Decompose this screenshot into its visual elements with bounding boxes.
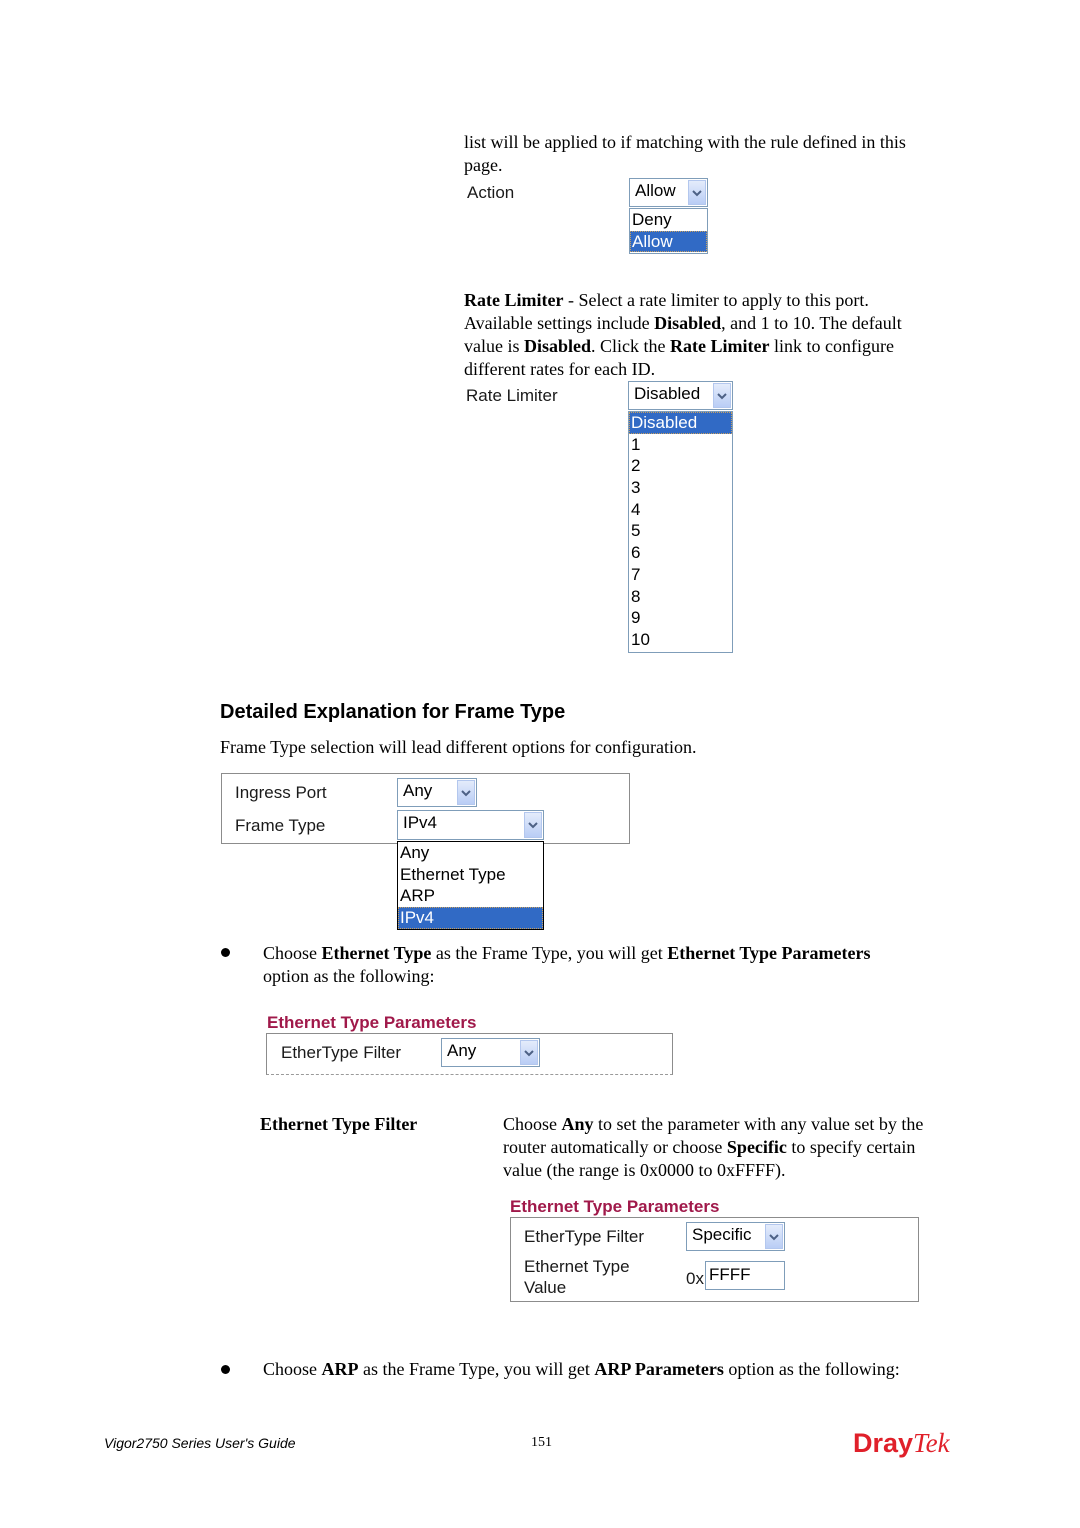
bold-span: Specific xyxy=(726,1137,787,1157)
text-span: to set the parameter with any value set … xyxy=(593,1114,924,1134)
chevron-down-icon[interactable] xyxy=(688,180,706,205)
chevron-down-icon[interactable] xyxy=(713,383,731,408)
bold-span: Any xyxy=(561,1114,594,1134)
bold-span: Disabled xyxy=(654,313,722,333)
text-span: router automatically or choose xyxy=(503,1137,727,1157)
label-line: Ethernet Type xyxy=(524,1257,630,1276)
eth-filter-term: Ethernet Type Filter xyxy=(260,1113,417,1136)
rate-option[interactable]: 3 xyxy=(629,477,732,499)
text-span: as the Frame Type, you will get xyxy=(358,1359,595,1379)
bullet-1-text: Choose Ethernet Type as the Frame Type, … xyxy=(263,942,963,988)
action-select[interactable]: Allow xyxy=(629,178,708,207)
footer-page-number: 151 xyxy=(531,1435,552,1450)
ethertype-filter-label: EtherType Filter xyxy=(281,1043,401,1062)
rate-option[interactable]: 2 xyxy=(629,455,732,477)
chevron-down-icon[interactable] xyxy=(520,1040,538,1065)
term-rate-limiter: Rate Limiter xyxy=(464,290,564,310)
logo-tek: Tek xyxy=(913,1428,950,1458)
chevron-down-icon[interactable] xyxy=(457,780,475,805)
label-line: Value xyxy=(524,1278,567,1297)
bold-span: Rate Limiter xyxy=(670,336,770,356)
ethertype-filter-2-value: Specific xyxy=(692,1225,752,1244)
chevron-down-icon[interactable] xyxy=(765,1224,783,1249)
rate-option[interactable]: Disabled xyxy=(629,412,732,434)
section-heading: Detailed Explanation for Frame Type xyxy=(220,701,566,723)
bold-span: ARP Parameters xyxy=(594,1359,724,1379)
logo-dray: Dray xyxy=(853,1428,914,1458)
text-span: - Select a rate limiter to apply to this… xyxy=(563,290,869,310)
text-span: . Click the xyxy=(591,336,671,356)
text-span: to specify certain xyxy=(786,1137,916,1157)
rate-option[interactable]: 10 xyxy=(629,629,732,651)
intro-text: list will be applied to if matching with… xyxy=(464,131,906,177)
text-span: link to configure xyxy=(769,336,894,356)
frame-type-options-list[interactable]: Any Ethernet Type ARP IPv4 xyxy=(397,841,544,930)
rate-limiter-description: Rate Limiter - Select a rate limiter to … xyxy=(464,289,984,381)
rate-option[interactable]: 8 xyxy=(629,586,732,608)
eth-params-2-title: Ethernet Type Parameters xyxy=(510,1197,720,1216)
hex-prefix: 0x xyxy=(686,1269,704,1288)
footer-guide-title: Vigor2750 Series User's Guide xyxy=(104,1435,296,1451)
text-span: option as the following: xyxy=(723,1359,900,1379)
text-span: Choose xyxy=(263,943,322,963)
rate-option[interactable]: 6 xyxy=(629,542,732,564)
bullet-icon xyxy=(221,948,230,957)
ethernet-type-value-label: Ethernet Type Value xyxy=(524,1256,630,1298)
action-select-value: Allow xyxy=(635,181,676,200)
rate-option[interactable]: 1 xyxy=(629,434,732,456)
action-options-list[interactable]: Deny Allow xyxy=(629,208,708,254)
bold-span: Ethernet Type Filter xyxy=(260,1114,418,1134)
rate-limiter-select-value: Disabled xyxy=(634,384,701,403)
section-intro: Frame Type selection will lead different… xyxy=(220,737,697,757)
rate-limiter-label: Rate Limiter xyxy=(466,386,558,405)
ingress-port-select[interactable]: Any xyxy=(397,778,477,807)
text-span: as the Frame Type, you will get xyxy=(431,943,668,963)
bold-span: Disabled xyxy=(524,336,592,356)
chevron-down-icon[interactable] xyxy=(524,812,542,838)
frame-option-arp[interactable]: ARP xyxy=(398,885,543,907)
text-span: , and 1 to 10. The default xyxy=(721,313,902,333)
ingress-port-value: Any xyxy=(403,781,433,800)
text-span: Choose xyxy=(263,1359,322,1379)
eth-filter-description: Choose Any to set the parameter with any… xyxy=(503,1113,983,1182)
rate-limiter-options-list[interactable]: Disabled 1 2 3 4 5 6 7 8 9 10 xyxy=(628,411,733,653)
intro-line-1: list will be applied to if matching with… xyxy=(464,132,906,152)
ethertype-filter-select[interactable]: Any xyxy=(441,1038,540,1067)
bold-span: ARP xyxy=(321,1359,359,1379)
frame-option-any[interactable]: Any xyxy=(398,842,543,864)
bullet-2-text: Choose ARP as the Frame Type, you will g… xyxy=(263,1358,983,1381)
text-span: Choose xyxy=(503,1114,562,1134)
ethertype-filter-2-select[interactable]: Specific xyxy=(686,1222,785,1251)
ethernet-type-value-input[interactable]: FFFF xyxy=(705,1261,785,1290)
action-label: Action xyxy=(467,183,515,202)
bullet-icon xyxy=(221,1365,230,1374)
frame-option-ipv4[interactable]: IPv4 xyxy=(398,907,543,929)
rate-option[interactable]: 5 xyxy=(629,520,732,542)
action-option-allow[interactable]: Allow xyxy=(630,230,707,253)
rate-option[interactable]: 4 xyxy=(629,499,732,521)
text-span: value is xyxy=(464,336,524,356)
bold-span: Ethernet Type Parameters xyxy=(667,943,871,963)
ethertype-filter-2-label: EtherType Filter xyxy=(524,1227,644,1246)
text-line: different rates for each ID. xyxy=(464,359,656,379)
text-line: option as the following: xyxy=(263,966,435,986)
rate-option[interactable]: 7 xyxy=(629,564,732,586)
ethertype-filter-value: Any xyxy=(447,1041,477,1060)
frame-type-select[interactable]: IPv4 xyxy=(397,810,544,840)
action-option-deny[interactable]: Deny xyxy=(630,209,707,231)
text-line: value (the range is 0x0000 to 0xFFFF). xyxy=(503,1160,786,1180)
intro-line-2: page. xyxy=(464,155,503,175)
eth-params-title: Ethernet Type Parameters xyxy=(267,1013,477,1032)
draytek-logo: DrayTek xyxy=(853,1428,950,1459)
ingress-port-label: Ingress Port xyxy=(235,783,327,802)
bold-span: Ethernet Type xyxy=(321,943,432,963)
frame-option-ethernet-type[interactable]: Ethernet Type xyxy=(398,864,543,886)
frame-type-value: IPv4 xyxy=(403,813,438,832)
rate-option[interactable]: 9 xyxy=(629,607,732,629)
rate-limiter-select[interactable]: Disabled xyxy=(628,381,733,410)
frame-type-label: Frame Type xyxy=(235,816,326,835)
text-span: Available settings include xyxy=(464,313,655,333)
